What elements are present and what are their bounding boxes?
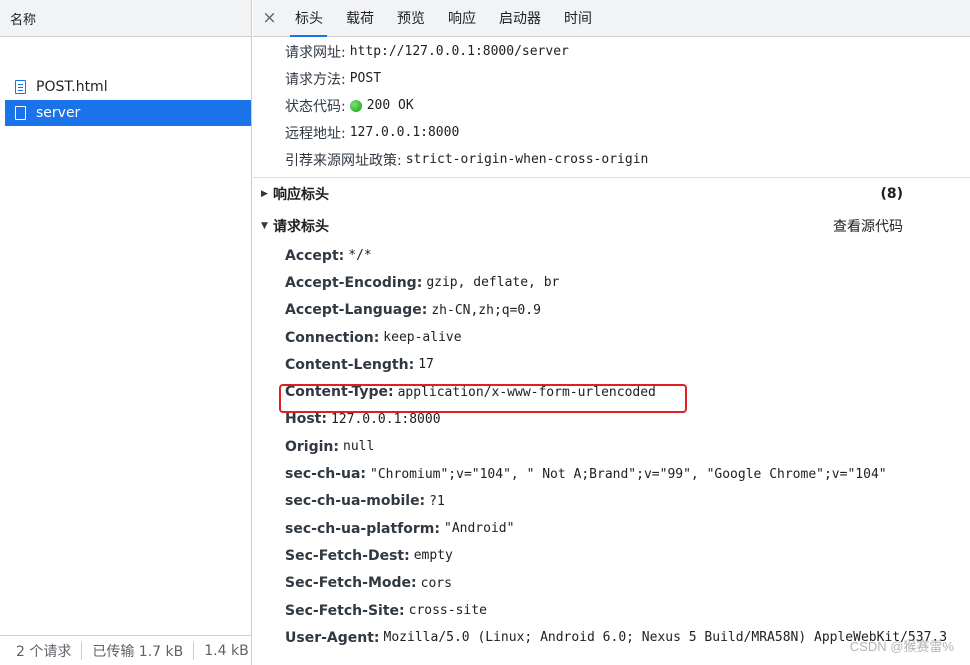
triangle-right-icon: ▶ bbox=[261, 189, 268, 199]
tab-headers[interactable]: 标头 bbox=[286, 0, 337, 37]
header-name: Accept: bbox=[285, 247, 345, 264]
tab-initiator[interactable]: 启动器 bbox=[490, 0, 555, 37]
status-code-row: 状态代码: 200 OK bbox=[253, 92, 970, 119]
view-source-link[interactable]: 查看源代码 bbox=[833, 216, 903, 236]
details-tab-bar: × 标头 载荷 预览 响应 启动器 时间 bbox=[253, 0, 970, 37]
file-icon bbox=[15, 106, 26, 120]
tab-payload[interactable]: 载荷 bbox=[337, 0, 388, 37]
header-value[interactable]: ?1 bbox=[429, 494, 445, 509]
headers-content: 请求网址: http://127.0.0.1:8000/server 请求方法:… bbox=[253, 38, 970, 651]
network-summary-bar: 2 个请求 已传输 1.7 kB 1.4 kB bbox=[0, 635, 251, 665]
header-name: Sec-Fetch-Mode: bbox=[285, 575, 417, 592]
request-url-value[interactable]: http://127.0.0.1:8000/server bbox=[350, 44, 569, 59]
request-item-post-html[interactable]: POST.html bbox=[5, 74, 251, 100]
status-ok-icon bbox=[349, 99, 362, 112]
header-name: Sec-Fetch-Site: bbox=[285, 602, 405, 619]
request-method-value[interactable]: POST bbox=[350, 71, 381, 86]
tab-response[interactable]: 响应 bbox=[439, 0, 490, 37]
header-row: Sec-Fetch-Mode: cors bbox=[253, 570, 970, 597]
header-name: Content-Type: bbox=[285, 384, 394, 401]
header-value[interactable]: 17 bbox=[418, 357, 434, 372]
request-list-panel: 名称 POST.html server 2 个请求 已传输 1.7 kB 1.4… bbox=[0, 0, 252, 665]
header-name: Accept-Encoding: bbox=[285, 274, 423, 291]
header-row: sec-ch-ua: "Chromium";v="104", " Not A;Br… bbox=[253, 460, 970, 487]
header-value[interactable]: */* bbox=[348, 248, 371, 263]
request-name: server bbox=[36, 105, 81, 121]
response-headers-count: (8) bbox=[880, 186, 903, 202]
header-row: Content-Length: 17 bbox=[253, 351, 970, 378]
header-row: Sec-Fetch-Site: cross-site bbox=[253, 597, 970, 624]
header-name: Host: bbox=[285, 411, 327, 428]
header-name: Origin: bbox=[285, 438, 339, 455]
header-value[interactable]: empty bbox=[414, 548, 453, 563]
request-method-row: 请求方法: POST bbox=[253, 65, 970, 92]
header-row: Sec-Fetch-Dest: empty bbox=[253, 542, 970, 569]
header-value[interactable]: application/x-www-form-urlencoded bbox=[398, 385, 656, 400]
remote-address-value[interactable]: 127.0.0.1:8000 bbox=[350, 125, 460, 140]
header-name: sec-ch-ua-mobile: bbox=[285, 493, 426, 510]
request-count: 2 个请求 bbox=[16, 643, 72, 660]
header-name: Connection: bbox=[285, 329, 380, 346]
header-name: Accept-Language: bbox=[285, 302, 428, 319]
tab-preview[interactable]: 预览 bbox=[388, 0, 439, 37]
header-name: User-Agent: bbox=[285, 629, 380, 646]
referrer-policy-value[interactable]: strict-origin-when-cross-origin bbox=[406, 152, 649, 167]
header-value[interactable]: cross-site bbox=[409, 603, 487, 618]
request-headers-list: Accept: */* Accept-Encoding: gzip, deflate… bbox=[253, 242, 970, 651]
response-headers-toggle[interactable]: ▶ 响应标头 (8) bbox=[253, 178, 970, 210]
header-value[interactable]: keep-alive bbox=[383, 330, 461, 345]
header-row: Connection: keep-alive bbox=[253, 324, 970, 351]
header-row: sec-ch-ua-mobile: ?1 bbox=[253, 488, 970, 515]
header-value[interactable]: zh-CN,zh;q=0.9 bbox=[431, 303, 541, 318]
request-item-server[interactable]: server bbox=[5, 100, 251, 126]
referrer-policy-row: 引荐来源网址政策: strict-origin-when-cross-origi… bbox=[253, 146, 970, 173]
header-value[interactable]: "Chromium";v="104", " Not A;Brand";v="99… bbox=[370, 467, 887, 482]
tab-timing[interactable]: 时间 bbox=[555, 0, 606, 37]
request-headers-toggle[interactable]: ▼ 请求标头 查看源代码 bbox=[253, 210, 970, 242]
close-icon[interactable]: × bbox=[253, 8, 286, 28]
document-icon bbox=[15, 80, 26, 94]
request-name: POST.html bbox=[36, 79, 108, 95]
header-name: sec-ch-ua-platform: bbox=[285, 520, 440, 537]
devtools-network-panel: 名称 POST.html server 2 个请求 已传输 1.7 kB 1.4… bbox=[0, 0, 970, 665]
remote-address-row: 远程地址: 127.0.0.1:8000 bbox=[253, 119, 970, 146]
referrer-policy-label: 引荐来源网址政策: bbox=[285, 152, 402, 169]
header-row: Host: 127.0.0.1:8000 bbox=[253, 406, 970, 433]
header-name: sec-ch-ua: bbox=[285, 466, 367, 483]
header-value[interactable]: 127.0.0.1:8000 bbox=[331, 412, 441, 427]
request-details-panel: × 标头 载荷 预览 响应 启动器 时间 请求网址: http://127.0.… bbox=[253, 0, 970, 665]
resources-size: 1.4 kB bbox=[193, 641, 251, 660]
watermark: CSDN @猴赛雷% bbox=[849, 639, 954, 654]
header-row: Accept-Language: zh-CN,zh;q=0.9 bbox=[253, 297, 970, 324]
request-url-row: 请求网址: http://127.0.0.1:8000/server bbox=[253, 38, 970, 65]
header-row: sec-ch-ua-platform: "Android" bbox=[253, 515, 970, 542]
header-name: Content-Length: bbox=[285, 356, 415, 373]
header-value[interactable]: cors bbox=[421, 576, 452, 591]
request-headers-title: 请求标头 bbox=[273, 219, 329, 235]
header-row: Accept: */* bbox=[253, 242, 970, 269]
transferred-size: 已传输 1.7 kB bbox=[81, 641, 193, 660]
header-value[interactable]: gzip, deflate, br bbox=[426, 275, 559, 290]
name-column-header[interactable]: 名称 bbox=[0, 0, 251, 37]
header-value[interactable]: "Android" bbox=[444, 521, 514, 536]
header-row: Accept-Encoding: gzip, deflate, br bbox=[253, 269, 970, 296]
request-url-label: 请求网址: bbox=[285, 44, 346, 61]
status-code-label: 状态代码: bbox=[285, 98, 346, 115]
name-column-label: 名称 bbox=[10, 12, 37, 28]
status-code-value[interactable]: 200 OK bbox=[367, 98, 414, 113]
request-method-label: 请求方法: bbox=[285, 71, 346, 88]
response-headers-title: 响应标头 bbox=[273, 187, 329, 203]
header-value[interactable]: null bbox=[343, 439, 374, 454]
header-row: Origin: null bbox=[253, 433, 970, 460]
remote-address-label: 远程地址: bbox=[285, 125, 346, 142]
triangle-down-icon: ▼ bbox=[261, 221, 268, 231]
header-name: Sec-Fetch-Dest: bbox=[285, 547, 410, 564]
header-row-content-type: Content-Type: application/x-www-form-urle… bbox=[253, 378, 970, 405]
general-section: 请求网址: http://127.0.0.1:8000/server 请求方法:… bbox=[253, 38, 970, 173]
